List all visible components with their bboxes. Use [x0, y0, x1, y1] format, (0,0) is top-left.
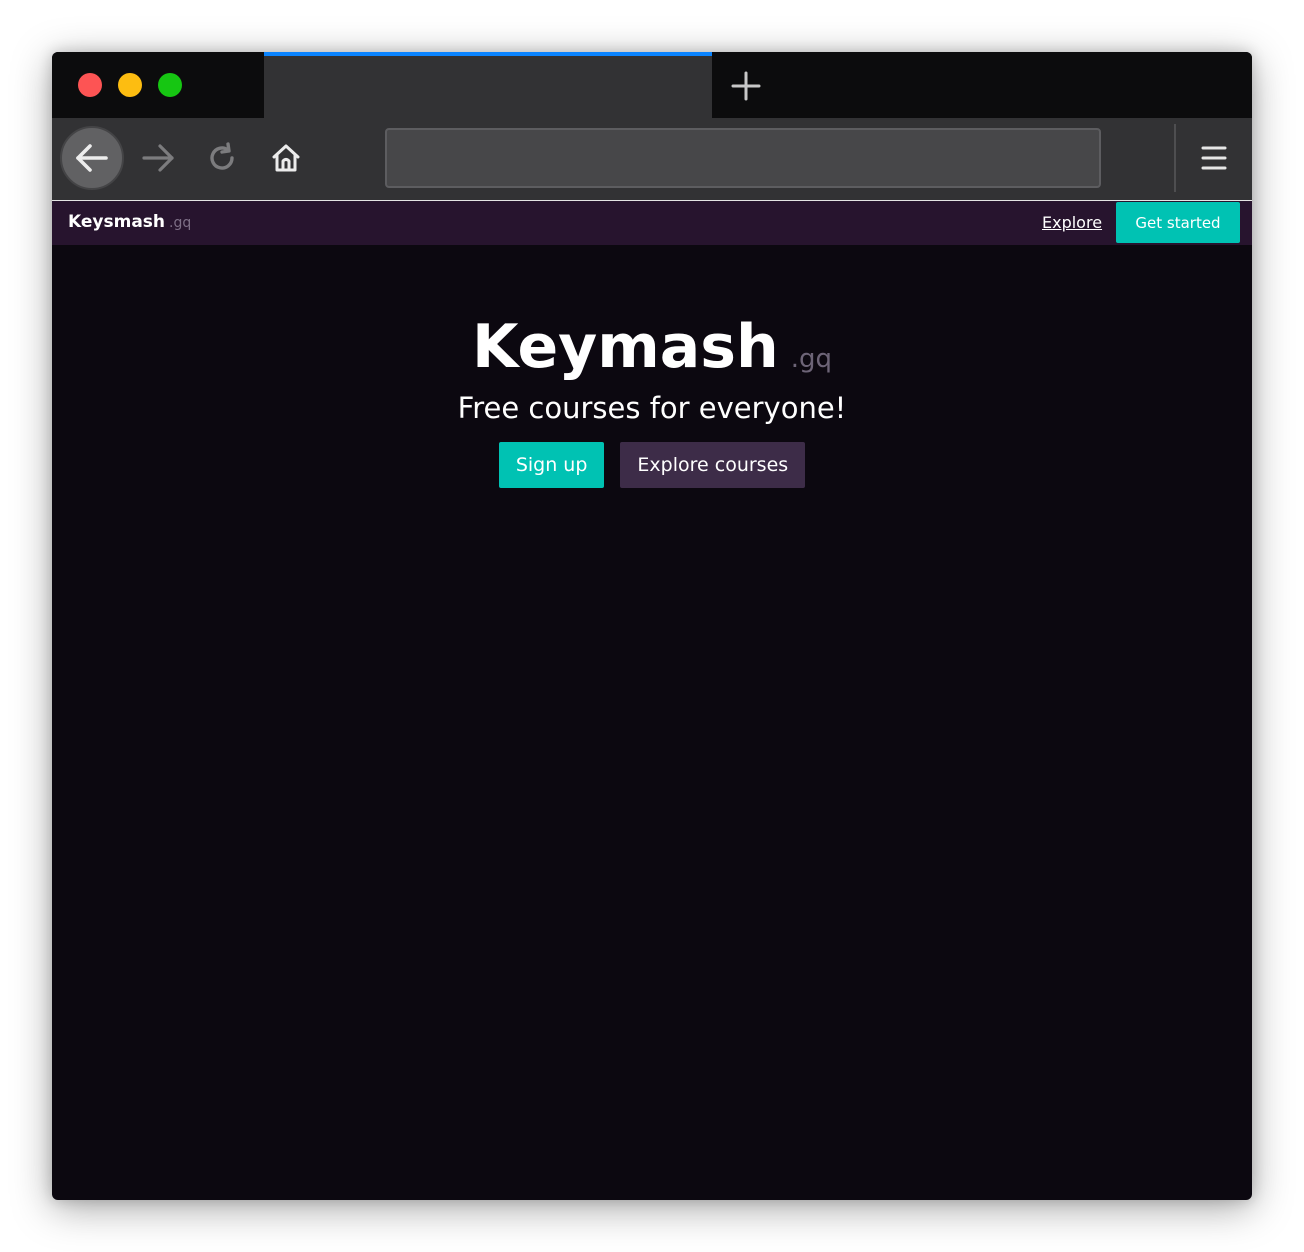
- plus-icon: [731, 71, 761, 101]
- hero-title-row: Keymash .gq: [52, 317, 1252, 377]
- back-button[interactable]: [60, 126, 124, 190]
- toolbar-divider: [1174, 124, 1176, 192]
- browser-toolbar: [52, 118, 1252, 201]
- explore-courses-button[interactable]: Explore courses: [620, 441, 806, 488]
- sign-up-button[interactable]: Sign up: [498, 441, 605, 488]
- browser-tab-active[interactable]: [264, 52, 712, 118]
- arrow-left-icon: [76, 144, 108, 172]
- menu-button[interactable]: [1188, 128, 1240, 188]
- hamburger-menu-icon: [1201, 146, 1227, 170]
- minimize-window-button[interactable]: [118, 73, 142, 97]
- get-started-button[interactable]: Get started: [1116, 202, 1240, 243]
- hero-section: Keymash .gq Free courses for everyone! S…: [52, 245, 1252, 488]
- reload-icon: [210, 142, 234, 170]
- new-tab-button[interactable]: [728, 68, 764, 104]
- hero-title: Keymash: [472, 312, 779, 382]
- brand-name: Keysmash: [68, 212, 166, 232]
- home-button[interactable]: [254, 126, 318, 190]
- tab-strip: [52, 52, 1252, 118]
- home-icon: [272, 144, 300, 172]
- tab-active-indicator: [264, 52, 712, 56]
- maximize-window-button[interactable]: [158, 73, 182, 97]
- forward-button[interactable]: [126, 126, 190, 190]
- brand-tld: .gq: [169, 215, 192, 231]
- reload-button[interactable]: [190, 126, 254, 190]
- explore-link[interactable]: Explore: [1042, 213, 1102, 232]
- close-window-button[interactable]: [78, 73, 102, 97]
- arrow-right-icon: [142, 144, 174, 172]
- hero-subtitle: Free courses for everyone!: [457, 391, 847, 425]
- browser-window: Keysmash .gq Explore Get started Keymash…: [52, 52, 1252, 1200]
- site-navbar: Keysmash .gq Explore Get started: [52, 201, 1252, 245]
- address-bar-input[interactable]: [385, 128, 1101, 188]
- site-brand[interactable]: Keysmash .gq: [68, 201, 191, 245]
- hero-actions: Sign up Explore courses: [52, 441, 1252, 488]
- hero-tld: .gq: [790, 344, 832, 374]
